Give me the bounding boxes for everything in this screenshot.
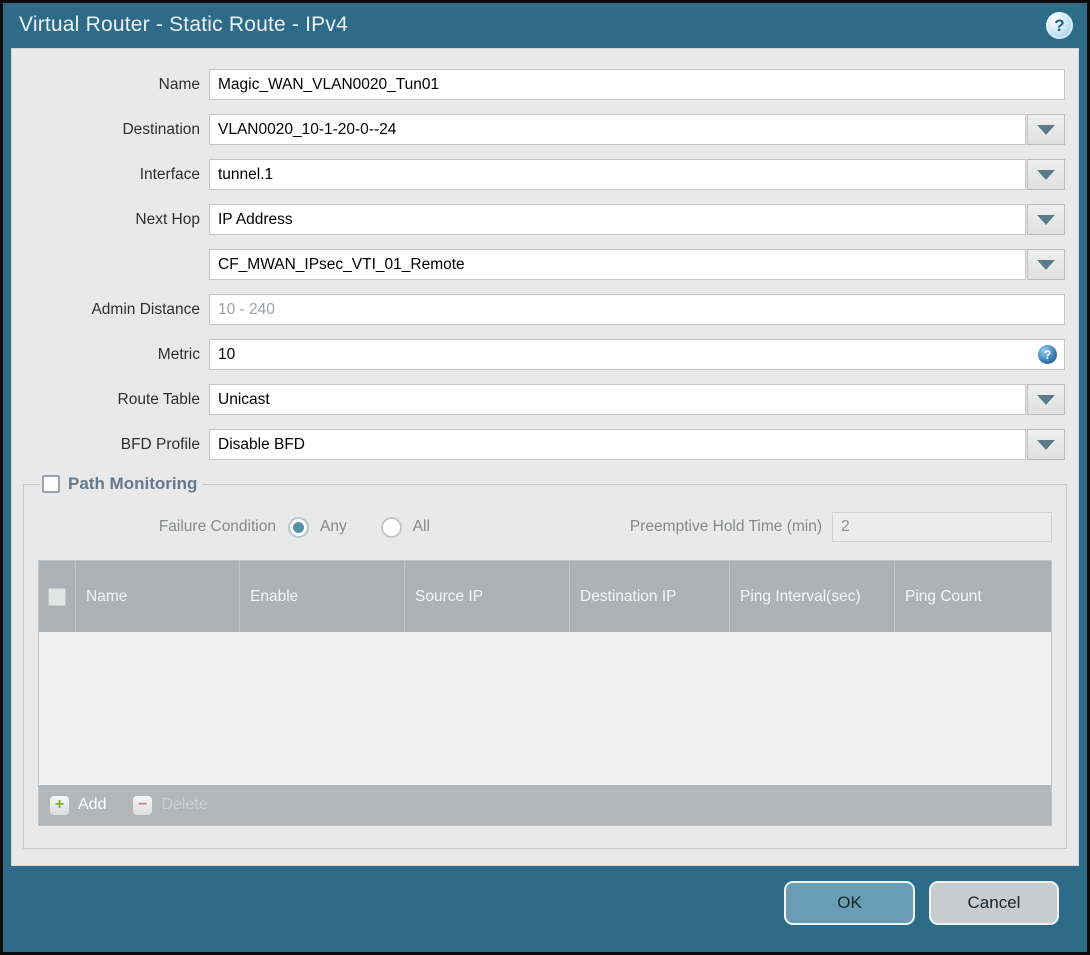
delete-icon: − bbox=[132, 794, 154, 816]
add-icon: + bbox=[49, 794, 70, 816]
path-monitoring-legend: Path Monitoring bbox=[40, 474, 203, 494]
add-button[interactable]: + Add bbox=[49, 794, 107, 816]
select-all-cell bbox=[39, 561, 75, 632]
next-hop-label: Next Hop bbox=[135, 210, 200, 228]
column-header-source-ip[interactable]: Source IP bbox=[404, 561, 569, 632]
row-next-hop-address bbox=[12, 249, 1065, 280]
path-monitoring-section: Path Monitoring Failure Condition Any Al… bbox=[23, 474, 1067, 849]
admin-distance-input[interactable] bbox=[209, 294, 1065, 325]
name-input[interactable] bbox=[209, 69, 1065, 100]
chevron-down-icon bbox=[1037, 214, 1055, 225]
destination-label: Destination bbox=[122, 120, 200, 138]
row-bfd-profile: BFD Profile bbox=[12, 429, 1065, 460]
interface-label: Interface bbox=[139, 165, 200, 183]
preemptive-hold-input[interactable] bbox=[832, 512, 1052, 542]
name-label: Name bbox=[158, 75, 200, 93]
delete-button-label: Delete bbox=[161, 796, 208, 813]
chevron-down-icon bbox=[1037, 439, 1055, 450]
next-hop-type-dropdown-button[interactable] bbox=[1027, 204, 1065, 235]
path-monitoring-title: Path Monitoring bbox=[68, 474, 198, 493]
preemptive-hold-label: Preemptive Hold Time (min) bbox=[629, 518, 822, 535]
title-bar: Virtual Router - Static Route - IPv4 ? bbox=[3, 3, 1087, 48]
radio-unselected-icon bbox=[380, 516, 402, 538]
add-button-label: Add bbox=[78, 796, 107, 813]
row-admin-distance: Admin Distance bbox=[12, 294, 1065, 325]
row-next-hop: Next Hop bbox=[12, 204, 1065, 235]
bfd-profile-label: BFD Profile bbox=[120, 435, 200, 453]
chevron-down-icon bbox=[1037, 259, 1055, 270]
failure-condition-label: Failure Condition bbox=[158, 518, 276, 535]
cancel-button[interactable]: Cancel bbox=[929, 881, 1059, 925]
path-monitoring-table: Name Enable Source IP Destination IP Pin… bbox=[38, 560, 1052, 826]
column-header-name[interactable]: Name bbox=[75, 561, 239, 632]
chevron-down-icon bbox=[1037, 394, 1055, 405]
interface-input[interactable] bbox=[209, 159, 1026, 190]
interface-dropdown-button[interactable] bbox=[1027, 159, 1065, 190]
table-toolbar: + Add − Delete bbox=[39, 785, 1051, 825]
failure-condition-all-radio[interactable]: All bbox=[380, 516, 430, 538]
dialog-window: Virtual Router - Static Route - IPv4 ? N… bbox=[0, 0, 1090, 955]
route-table-label: Route Table bbox=[117, 390, 200, 408]
row-interface: Interface bbox=[12, 159, 1065, 190]
failure-condition-any-radio[interactable]: Any bbox=[288, 516, 347, 538]
bfd-profile-input[interactable] bbox=[209, 429, 1026, 460]
destination-input[interactable] bbox=[209, 114, 1026, 145]
column-header-destination-ip[interactable]: Destination IP bbox=[569, 561, 729, 632]
radio-selected-icon bbox=[288, 516, 309, 538]
row-destination: Destination bbox=[12, 114, 1065, 145]
column-header-enable[interactable]: Enable bbox=[239, 561, 404, 632]
delete-button[interactable]: − Delete bbox=[132, 794, 208, 816]
row-metric: Metric ? bbox=[12, 339, 1065, 370]
table-header-row: Name Enable Source IP Destination IP Pin… bbox=[39, 561, 1051, 632]
dialog-content: Name Destination Interface bbox=[11, 48, 1079, 866]
next-hop-type-input[interactable] bbox=[209, 204, 1026, 235]
column-header-ping-interval[interactable]: Ping Interval(sec) bbox=[729, 561, 894, 632]
row-name: Name bbox=[12, 69, 1065, 100]
next-hop-address-input[interactable] bbox=[209, 249, 1026, 280]
table-body-empty bbox=[39, 632, 1051, 785]
metric-input[interactable] bbox=[209, 339, 1065, 370]
failure-condition-any-label: Any bbox=[320, 518, 347, 535]
dialog-title: Virtual Router - Static Route - IPv4 bbox=[19, 13, 348, 36]
help-icon[interactable]: ? bbox=[1046, 12, 1073, 39]
destination-dropdown-button[interactable] bbox=[1027, 114, 1065, 145]
metric-label: Metric bbox=[157, 345, 200, 363]
info-icon: ? bbox=[1038, 345, 1057, 364]
failure-condition-all-label: All bbox=[412, 518, 430, 535]
row-route-table: Route Table bbox=[12, 384, 1065, 415]
path-monitoring-checkbox[interactable] bbox=[42, 475, 60, 493]
bfd-profile-dropdown-button[interactable] bbox=[1027, 429, 1065, 460]
route-table-dropdown-button[interactable] bbox=[1027, 384, 1065, 415]
ok-button[interactable]: OK bbox=[784, 881, 915, 925]
column-header-ping-count[interactable]: Ping Count bbox=[894, 561, 1051, 632]
select-all-checkbox[interactable] bbox=[48, 587, 66, 606]
chevron-down-icon bbox=[1037, 169, 1055, 180]
chevron-down-icon bbox=[1037, 124, 1055, 135]
route-table-input[interactable] bbox=[209, 384, 1026, 415]
admin-distance-label: Admin Distance bbox=[91, 300, 200, 318]
failure-condition-row: Failure Condition Any All Preemptive Hol… bbox=[38, 510, 1052, 544]
next-hop-address-dropdown-button[interactable] bbox=[1027, 249, 1065, 280]
